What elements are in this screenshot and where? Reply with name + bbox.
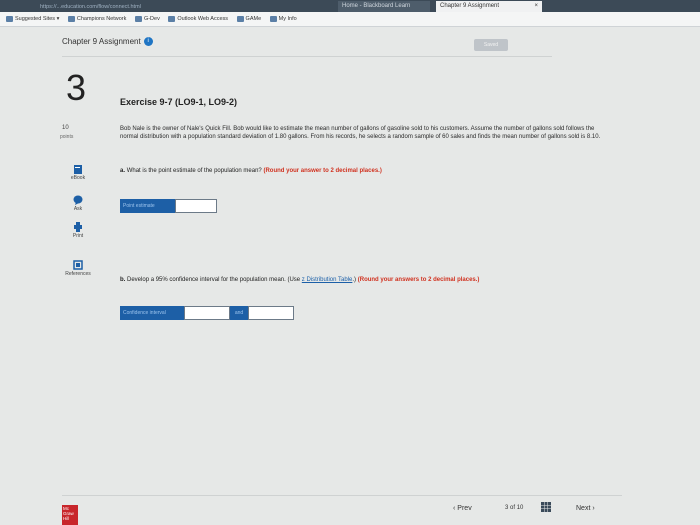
ask-label: Ask: [73, 206, 83, 212]
exercise-title: Exercise 9-7 (LO9-1, LO9-2): [120, 97, 238, 107]
part-a-text: What is the point estimate of the popula…: [126, 168, 262, 174]
confidence-interval-row: Confidence interval and: [120, 306, 294, 320]
ebook-tool[interactable]: eBook: [58, 165, 98, 181]
next-label: Next: [576, 505, 591, 512]
bookmark-game[interactable]: GAMe: [236, 12, 262, 26]
ci-upper-input[interactable]: [248, 306, 294, 320]
prev-button[interactable]: ‹ Prev: [453, 505, 472, 512]
divider: [62, 56, 552, 57]
chevron-left-icon: ‹: [453, 505, 456, 512]
divider: [62, 495, 622, 496]
ci-lower-input[interactable]: [184, 306, 230, 320]
part-letter: a.: [120, 168, 126, 174]
info-icon[interactable]: i: [143, 37, 153, 47]
bookmark-icon: [168, 15, 176, 22]
page-total: 10: [516, 505, 524, 511]
grid-icon[interactable]: [541, 502, 551, 512]
next-button[interactable]: Next ›: [576, 505, 595, 512]
print-tool[interactable]: Print: [58, 222, 98, 239]
print-label: Print: [72, 233, 84, 239]
problem-text: Bob Nale is the owner of Nale's Quick Fi…: [120, 126, 601, 140]
question-number: 3: [66, 67, 87, 108]
and-label: and: [230, 306, 248, 320]
ebook-icon: [74, 165, 82, 174]
points-value: 10: [62, 125, 69, 131]
bookmark-label: My Info: [278, 16, 297, 22]
confidence-interval-label: Confidence interval: [120, 306, 184, 320]
tab-close-icon[interactable]: ×: [534, 1, 538, 12]
bookmark-label: G-Dev: [143, 16, 160, 22]
part-b-prompt: b. Develop a 95% confidence interval for…: [120, 277, 479, 283]
assignment-page: Chapter 9 Assignment i Saved 3 Exercise 9…: [0, 27, 700, 525]
part-a-prompt: a. What is the point estimate of the pop…: [120, 168, 382, 174]
part-a-hint: (Round your answer to 2 decimal places.): [263, 168, 382, 174]
bookmark-icon: [236, 15, 244, 22]
ask-icon: [73, 195, 83, 205]
references-label: References: [65, 271, 91, 277]
bookmark-suggested-sites[interactable]: Suggested Sites ▾: [6, 12, 59, 26]
references-icon: [73, 260, 83, 270]
url-bar[interactable]: https://...education.com/flow/connect.ht…: [0, 3, 330, 12]
part-letter: b.: [120, 277, 126, 283]
part-b-text: Develop a 95% confidence interval for th…: [127, 277, 302, 283]
bookmark-label: Champions Network: [76, 16, 127, 22]
bookmark-label: Outlook Web Access: [177, 16, 229, 22]
tab-chapter9-assignment[interactable]: Chapter 9 Assignment ×: [436, 1, 542, 12]
bookmark-label: Suggested Sites ▾: [15, 16, 60, 22]
points-label: points: [60, 134, 74, 140]
chevron-right-icon: ›: [592, 505, 595, 512]
page-current: 3: [505, 505, 509, 511]
part-b-text-after: .): [352, 277, 357, 283]
ask-tool[interactable]: Ask: [58, 195, 98, 212]
bookmark-g-dev[interactable]: G-Dev: [134, 12, 160, 26]
page-of: of: [510, 505, 516, 511]
bookmark-icon: [269, 15, 277, 22]
ebook-label: eBook: [70, 175, 86, 181]
bookmark-label: GAMe: [245, 16, 262, 22]
assignment-title-text: Chapter 9 Assignment: [62, 37, 141, 46]
page-indicator: 3 of 10: [505, 505, 523, 511]
assignment-title: Chapter 9 Assignment i: [62, 37, 153, 47]
saved-button[interactable]: Saved: [474, 39, 508, 51]
bookmark-my-info[interactable]: My Info: [269, 12, 297, 26]
bookmark-icon: [134, 15, 142, 22]
browser-tab-bar: https://...education.com/flow/connect.ht…: [0, 0, 700, 12]
point-estimate-label: Point estimate: [120, 199, 175, 213]
part-b-hint: (Round your answers to 2 decimal places.…: [357, 277, 480, 283]
references-tool[interactable]: References: [58, 260, 98, 277]
prev-label: Prev: [457, 505, 472, 512]
mcgraw-hill-logo: Mc Graw Hill: [62, 505, 78, 525]
bookmarks-bar: Suggested Sites ▾ Champions Network G-De…: [0, 12, 700, 27]
bookmark-icon: [6, 15, 13, 22]
point-estimate-input[interactable]: [175, 199, 217, 213]
z-distribution-table-link[interactable]: z Distribution Table: [302, 277, 353, 283]
bookmark-icon: [67, 15, 75, 22]
bookmark-outlook[interactable]: Outlook Web Access: [168, 12, 228, 26]
bookmark-champions-network[interactable]: Champions Network: [67, 12, 127, 26]
point-estimate-row: Point estimate: [120, 199, 217, 213]
tab-blackboard[interactable]: Home - Blackboard Learn: [338, 1, 430, 12]
print-icon: [74, 222, 82, 232]
tab-label: Chapter 9 Assignment: [440, 3, 500, 9]
